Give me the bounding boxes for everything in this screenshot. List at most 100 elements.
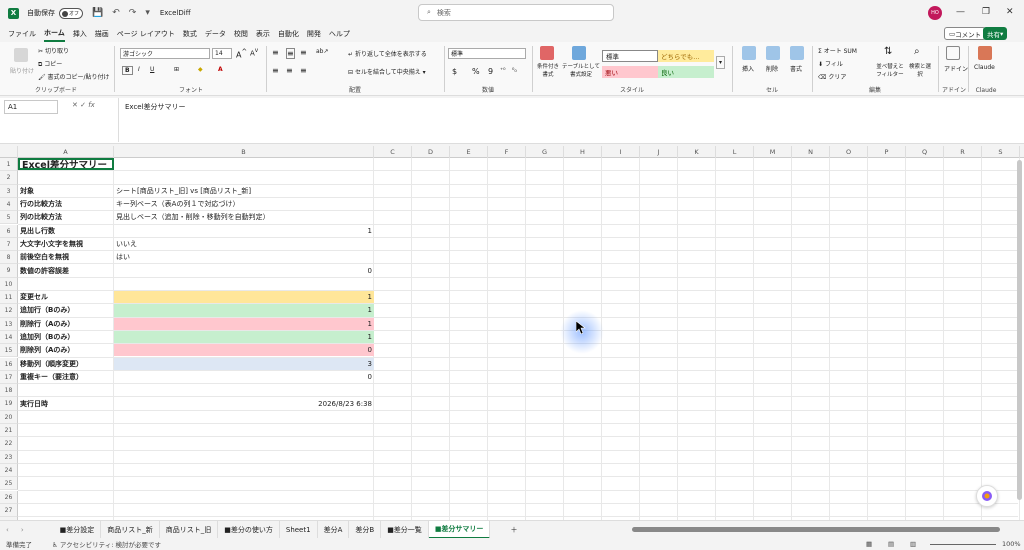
label-cell[interactable]: 大文字小文字を無視 [18, 238, 114, 250]
font-name-select[interactable]: 游ゴシック [120, 48, 210, 59]
row-header[interactable]: 13 [0, 317, 18, 331]
label-cell[interactable]: 追加行（Bのみ） [18, 304, 114, 316]
row-header[interactable]: 7 [0, 237, 18, 252]
label-cell[interactable]: 削除行（Aのみ） [18, 318, 114, 330]
formula-input[interactable]: Excel差分サマリー [118, 98, 1024, 142]
grow-font-icon[interactable]: A^ [236, 48, 247, 60]
row-header[interactable]: 15 [0, 344, 18, 358]
delete-cells-icon[interactable] [766, 46, 780, 60]
search-input[interactable]: ⌕ 検索 [418, 4, 614, 21]
row-header[interactable]: 9 [0, 264, 18, 278]
normal-view-icon[interactable]: ▦ [866, 540, 872, 548]
insert-cells-icon[interactable] [742, 46, 756, 60]
font-size-select[interactable]: 14 [212, 48, 232, 59]
row-header[interactable]: 6 [0, 224, 18, 238]
row-header[interactable]: 1 [0, 158, 18, 172]
copilot-icon[interactable] [976, 485, 998, 507]
name-box[interactable]: A1 [4, 100, 58, 114]
delete-button[interactable]: 削除 [766, 64, 778, 73]
tab-7[interactable]: 校閲 [234, 27, 248, 41]
column-header[interactable]: M [754, 146, 792, 158]
orientation-icon[interactable]: ab↗ [316, 48, 329, 55]
wrap-text-button[interactable]: ↵ 折り返して全体を表示する [348, 49, 427, 58]
undo-icon[interactable]: ↶ [112, 8, 120, 18]
column-header[interactable]: I [602, 146, 640, 158]
tab-1[interactable]: ホーム [44, 26, 65, 42]
format-cells-icon[interactable] [790, 46, 804, 60]
sheet-tab[interactable]: 商品リスト_新 [101, 520, 160, 539]
row-header[interactable]: 11 [0, 291, 18, 305]
label-cell[interactable]: 移動列（順序変更） [18, 358, 114, 370]
value-cell[interactable]: シート[商品リスト_旧] vs [商品リスト_新] [114, 185, 374, 197]
row-header[interactable]: 12 [0, 304, 18, 318]
column-header[interactable]: A [18, 146, 114, 158]
value-cell[interactable]: 0 [114, 344, 374, 357]
tab-9[interactable]: 自動化 [278, 27, 299, 41]
row-header[interactable]: 25 [0, 477, 18, 491]
autosum-button[interactable]: Σ オート SUM [818, 46, 857, 55]
horizontal-scrollbar[interactable] [632, 527, 1000, 532]
column-header[interactable]: P [868, 146, 906, 158]
row-header[interactable]: 3 [0, 184, 18, 198]
increase-decimal-icon[interactable]: ⁺⁰ [500, 67, 506, 74]
column-header[interactable]: B [114, 146, 374, 158]
styles-more-icon[interactable]: ▾ [716, 56, 726, 69]
paste-icon[interactable] [14, 48, 28, 62]
sheet-tab[interactable]: Sheet1 [280, 520, 318, 539]
row-header[interactable]: 23 [0, 450, 18, 464]
bold-button[interactable]: B [122, 66, 133, 75]
avatar[interactable]: HO [928, 6, 942, 20]
label-cell[interactable]: 対象 [18, 185, 114, 197]
close-button[interactable]: ✕ [1006, 7, 1014, 17]
border-icon[interactable]: ⊞ [174, 66, 179, 73]
tab-3[interactable]: 描画 [95, 27, 109, 41]
value-cell[interactable]: 1 [114, 304, 374, 317]
shrink-font-icon[interactable]: Av [250, 48, 258, 57]
label-cell[interactable]: 前後空白を無視 [18, 251, 114, 263]
column-header[interactable]: H [564, 146, 602, 158]
align-center-icon[interactable]: ≡ [286, 66, 293, 75]
find-select-icon[interactable]: ⌕ [914, 46, 920, 57]
tab-10[interactable]: 開発 [307, 27, 321, 41]
zoom-slider[interactable] [930, 544, 996, 545]
merge-center-button[interactable]: ⊟ セルを結合して中央揃え ▾ [348, 67, 426, 76]
copy-button[interactable]: ⧉ コピー [38, 59, 62, 69]
label-cell[interactable]: 実行日時 [18, 397, 114, 409]
prev-sheet-icon[interactable]: ‹ [0, 521, 15, 539]
column-header[interactable]: R [944, 146, 982, 158]
conditional-format-button[interactable]: 条件付き書式 [536, 62, 560, 78]
zoom-level[interactable]: 100% [1002, 540, 1021, 548]
underline-button[interactable]: U [150, 66, 154, 73]
value-cell[interactable]: 2026/8/23 6:38 [114, 397, 374, 409]
tab-6[interactable]: データ [205, 27, 226, 41]
label-cell[interactable]: 削除列（Aのみ） [18, 344, 114, 356]
fill-color-icon[interactable]: ◆ [198, 66, 203, 73]
summary-title-cell[interactable]: Excel差分サマリー [18, 158, 114, 171]
value-cell[interactable]: 1 [114, 291, 374, 304]
sheet-tab[interactable]: 商品リスト_旧 [160, 520, 219, 539]
column-header[interactable]: E [450, 146, 488, 158]
share-button[interactable]: 共有 ▾ [983, 27, 1008, 40]
addins-button[interactable]: アドイン [944, 64, 968, 73]
sheet-tab[interactable]: ■差分の使い方 [218, 520, 280, 539]
clear-button[interactable]: ⌫ クリア [818, 72, 846, 81]
label-cell[interactable]: 行の比較方法 [18, 198, 114, 210]
sheet-tab[interactable]: ■差分設定 [54, 520, 102, 539]
conditional-format-icon[interactable] [540, 46, 554, 60]
tab-2[interactable]: 挿入 [73, 27, 87, 41]
fx-icon[interactable]: ✕ ✓ fx [72, 101, 95, 109]
row-header[interactable]: 18 [0, 384, 18, 398]
page-layout-icon[interactable]: ▤ [888, 540, 894, 548]
sheet-tab[interactable]: ■差分サマリー [428, 520, 491, 539]
column-header[interactable]: F [488, 146, 526, 158]
tab-8[interactable]: 表示 [256, 27, 270, 41]
row-header[interactable]: 22 [0, 437, 18, 451]
sheet-tab[interactable]: ■差分一覧 [381, 520, 429, 539]
row-header[interactable]: 24 [0, 463, 18, 478]
comma-button[interactable]: 9 [488, 67, 493, 76]
label-cell[interactable]: 見出し行数 [18, 225, 114, 237]
comment-button[interactable]: ▭ コメント [944, 27, 987, 40]
column-header[interactable]: N [792, 146, 830, 158]
addins-icon[interactable] [946, 46, 960, 60]
percent-button[interactable]: % [472, 67, 480, 76]
